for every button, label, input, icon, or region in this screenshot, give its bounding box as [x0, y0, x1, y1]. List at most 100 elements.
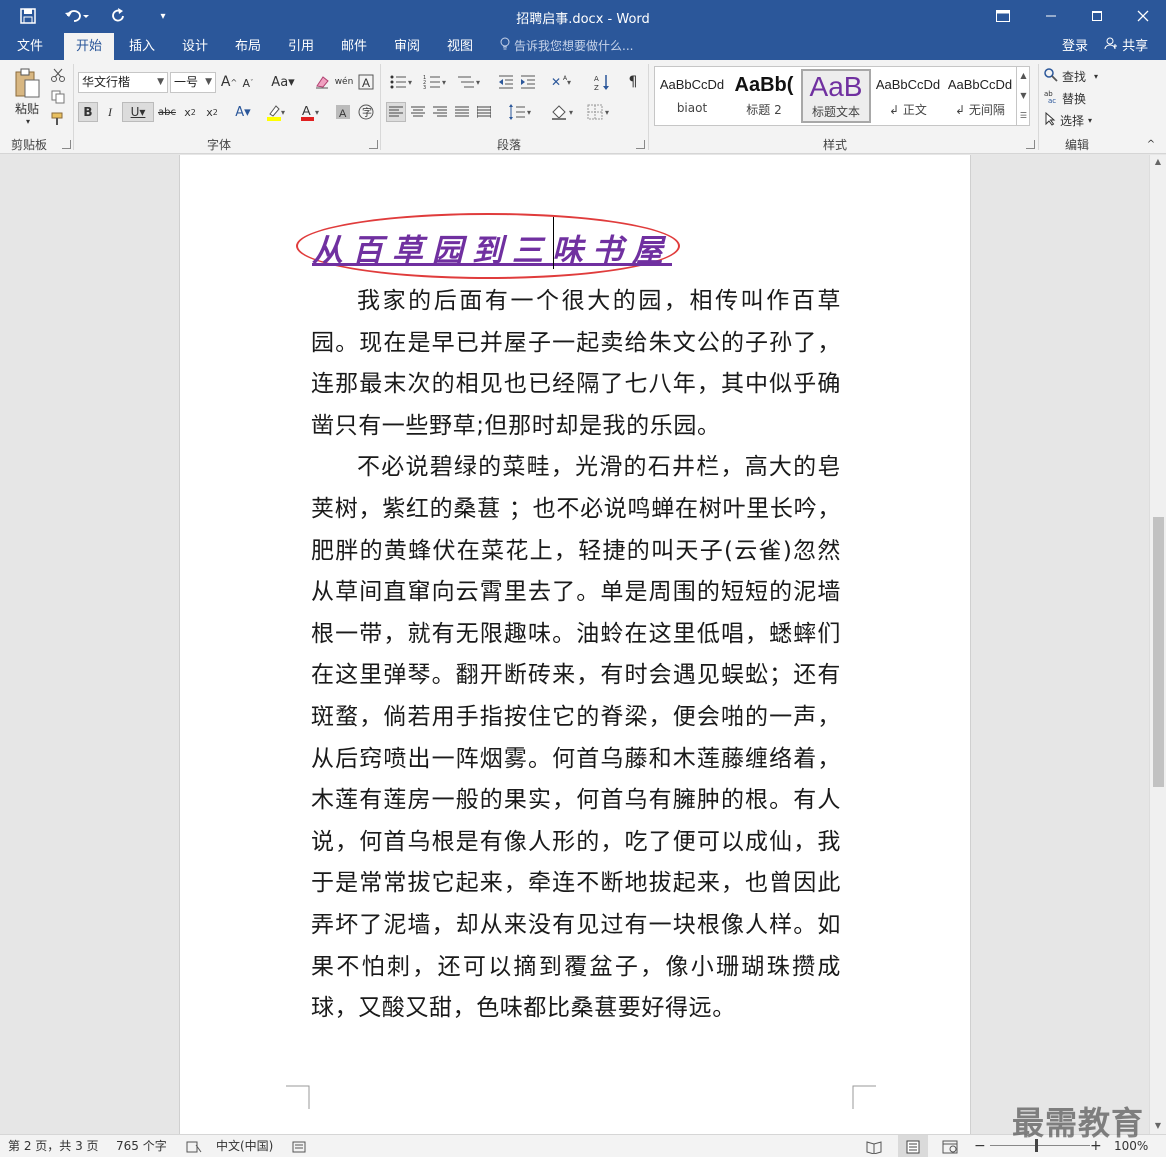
subscript-button[interactable]: x2	[180, 102, 200, 122]
copy-icon[interactable]	[49, 88, 67, 106]
font-name-combo[interactable]: 华文行楷 ▼	[78, 72, 168, 93]
scrollbar-thumb[interactable]	[1153, 517, 1164, 787]
styles-launcher-icon[interactable]	[1026, 140, 1035, 149]
tab-references[interactable]: 引用	[279, 33, 323, 60]
paragraph[interactable]: 我家的后面有一个很大的园，相传叫作百草园。现在是早已并屋子一起卖给朱文公的子孙了…	[311, 281, 841, 447]
line-spacing-icon[interactable]: ▾	[504, 102, 536, 122]
select-button[interactable]: 选择 ▾	[1044, 110, 1110, 130]
tell-me-box[interactable]: 告诉我您想要做什么...	[500, 33, 633, 60]
document-page[interactable]: 从百草园到三味书屋 我家的后面有一个很大的园，相传叫作百草园。现在是早已并屋子一…	[179, 155, 971, 1134]
decrease-indent-icon[interactable]	[496, 72, 516, 92]
style-normal[interactable]: AaBbCcDd ↲ 正文	[873, 69, 943, 123]
share-button[interactable]: 共享	[1098, 33, 1148, 60]
change-case-icon[interactable]: Aa▾	[268, 72, 298, 92]
macro-record-icon[interactable]	[292, 1135, 306, 1157]
cut-icon[interactable]	[49, 66, 67, 84]
gallery-down-icon[interactable]: ▼	[1017, 86, 1030, 106]
strikethrough-button[interactable]: abc	[157, 102, 177, 122]
highlight-color-icon[interactable]: ▾	[262, 102, 292, 122]
shading-icon[interactable]: ▾	[548, 102, 580, 122]
align-left-button[interactable]	[386, 102, 406, 122]
paragraph-launcher-icon[interactable]	[636, 140, 645, 149]
tab-view[interactable]: 视图	[438, 33, 482, 60]
style-heading-2[interactable]: AaBb( 标题 2	[729, 69, 799, 123]
style-biaot[interactable]: AaBbCcDd biaot	[657, 69, 727, 123]
character-border-icon[interactable]: A	[356, 72, 376, 92]
chinese-layout-icon[interactable]: ✕ A ▾	[548, 72, 578, 92]
shrink-font-icon[interactable]: Aˇ	[240, 74, 256, 92]
font-launcher-icon[interactable]	[369, 140, 378, 149]
grow-font-icon[interactable]: A ^	[220, 72, 238, 92]
paragraph[interactable]: 不必说碧绿的菜畦，光滑的石井栏，高大的皂荚树，紫红的桑葚 ；也不必说鸣蝉在树叶里…	[311, 447, 841, 1029]
tab-file[interactable]: 文件	[8, 33, 52, 60]
zoom-slider[interactable]	[990, 1145, 1090, 1146]
align-center-button[interactable]	[408, 102, 428, 122]
enclose-characters-icon[interactable]: 字	[356, 102, 376, 122]
paste-button[interactable]: 粘贴	[10, 100, 44, 116]
gallery-more-icon[interactable]: ☰	[1017, 106, 1030, 126]
word-count[interactable]: 765 个字	[116, 1135, 167, 1157]
multilevel-list-icon[interactable]: ▾	[454, 72, 486, 92]
style-title-text[interactable]: AaB 标题文本	[801, 69, 871, 123]
proofing-icon[interactable]	[186, 1135, 202, 1157]
read-mode-icon[interactable]	[866, 1135, 882, 1157]
font-name-value: 华文行楷	[82, 75, 131, 89]
sort-icon[interactable]: AZ	[592, 72, 614, 92]
font-size-combo[interactable]: 一号 ▼	[170, 72, 216, 93]
italic-button[interactable]: I	[100, 102, 120, 122]
find-button[interactable]: 查找 ▾	[1044, 66, 1110, 86]
web-layout-icon[interactable]	[942, 1135, 958, 1157]
group-separator	[380, 64, 381, 150]
collapse-ribbon-icon[interactable]: ^	[1144, 138, 1158, 150]
bullets-icon[interactable]: ▾	[386, 72, 418, 92]
style-no-spacing[interactable]: AaBbCcDd ↲ 无间隔	[945, 69, 1015, 123]
gallery-up-icon[interactable]: ▲	[1017, 66, 1030, 86]
svg-text:A: A	[362, 76, 370, 90]
style-name: 标题 2	[746, 103, 782, 117]
paste-dropdown-icon[interactable]: ▾	[22, 116, 34, 126]
ribbon-display-options-icon[interactable]	[988, 4, 1018, 28]
tab-review[interactable]: 审阅	[385, 33, 429, 60]
align-right-button[interactable]	[430, 102, 450, 122]
close-icon[interactable]	[1128, 4, 1158, 28]
clipboard-group-label: 剪贴板	[10, 138, 47, 152]
tab-home[interactable]: 开始	[64, 33, 114, 60]
format-painter-icon[interactable]	[49, 110, 67, 128]
clear-formatting-icon[interactable]	[312, 72, 332, 92]
language-indicator[interactable]: 中文(中国)	[216, 1135, 273, 1157]
maximize-icon[interactable]	[1082, 4, 1112, 28]
minimize-icon[interactable]	[1036, 4, 1066, 28]
character-shading-icon[interactable]: A	[334, 102, 352, 122]
zoom-out-icon[interactable]: −	[974, 1135, 986, 1157]
distributed-button[interactable]	[474, 102, 494, 122]
numbering-icon[interactable]: 1 2 3 ▾	[420, 72, 452, 92]
phonetic-guide-icon[interactable]: wén	[334, 72, 354, 92]
increase-indent-icon[interactable]	[518, 72, 538, 92]
justify-button[interactable]	[452, 102, 472, 122]
font-color-icon[interactable]: A ▾	[296, 102, 326, 122]
underline-button[interactable]: U▾	[122, 102, 154, 122]
print-layout-icon[interactable]	[898, 1135, 928, 1157]
clipboard-launcher-icon[interactable]	[62, 140, 71, 149]
document-body[interactable]: 我家的后面有一个很大的园，相传叫作百草园。现在是早已并屋子一起卖给朱文公的子孙了…	[311, 281, 841, 1030]
replace-icon: ab ac	[1044, 90, 1058, 107]
page-count[interactable]: 第 2 页，共 3 页	[8, 1135, 99, 1157]
replace-button[interactable]: ab ac 替换	[1044, 88, 1110, 108]
tab-layout[interactable]: 布局	[226, 33, 270, 60]
style-name: ↲ 正文	[889, 103, 927, 117]
bold-button[interactable]: B	[78, 102, 98, 122]
tab-mailings[interactable]: 邮件	[332, 33, 376, 60]
scroll-up-icon[interactable]: ▲	[1150, 155, 1166, 169]
scroll-down-icon[interactable]: ▼	[1150, 1119, 1166, 1133]
vertical-scrollbar[interactable]: ▲ ▼	[1149, 155, 1166, 1134]
text-effects-icon[interactable]: A▾	[228, 102, 258, 122]
svg-text:▾: ▾	[408, 78, 412, 87]
document-title[interactable]: 从百草园到三味书屋	[312, 225, 672, 270]
tab-design[interactable]: 设计	[173, 33, 217, 60]
show-hide-marks-icon[interactable]: ¶	[624, 72, 642, 92]
tab-insert[interactable]: 插入	[120, 33, 164, 60]
sign-in-link[interactable]: 登录	[1062, 33, 1088, 60]
superscript-button[interactable]: x2	[202, 102, 222, 122]
borders-icon[interactable]: ▾	[584, 102, 616, 122]
paste-icon[interactable]	[10, 66, 44, 100]
